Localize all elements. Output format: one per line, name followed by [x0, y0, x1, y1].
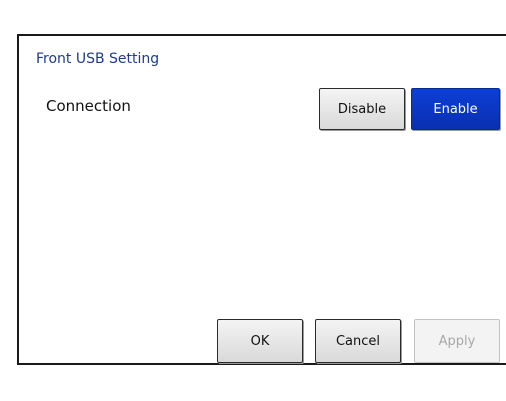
enable-button[interactable]: Enable	[411, 88, 500, 130]
connection-label: Connection	[46, 97, 131, 115]
settings-panel: Front USB Setting Connection Disable Ena…	[17, 34, 506, 365]
panel-title: Front USB Setting	[36, 51, 160, 67]
disable-button[interactable]: Disable	[319, 88, 405, 130]
cancel-button[interactable]: Cancel	[315, 319, 401, 363]
ok-button[interactable]: OK	[217, 319, 303, 363]
screen: Front USB Setting Connection Disable Ena…	[0, 0, 506, 401]
apply-button: Apply	[414, 319, 500, 363]
